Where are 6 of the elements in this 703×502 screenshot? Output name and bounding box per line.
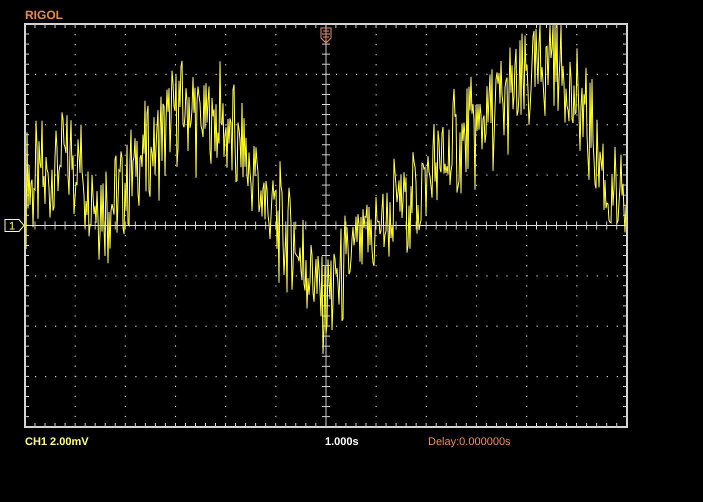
delay-readout: Delay:0.000000s [428,436,511,448]
timebase-readout: 1.000s [325,436,360,448]
brand-logo: RIGOL [25,8,63,22]
channel-scale: CH1 2.00mV [25,436,90,448]
trigger-position-icon [320,28,332,44]
channel-marker: 1 [4,219,25,232]
